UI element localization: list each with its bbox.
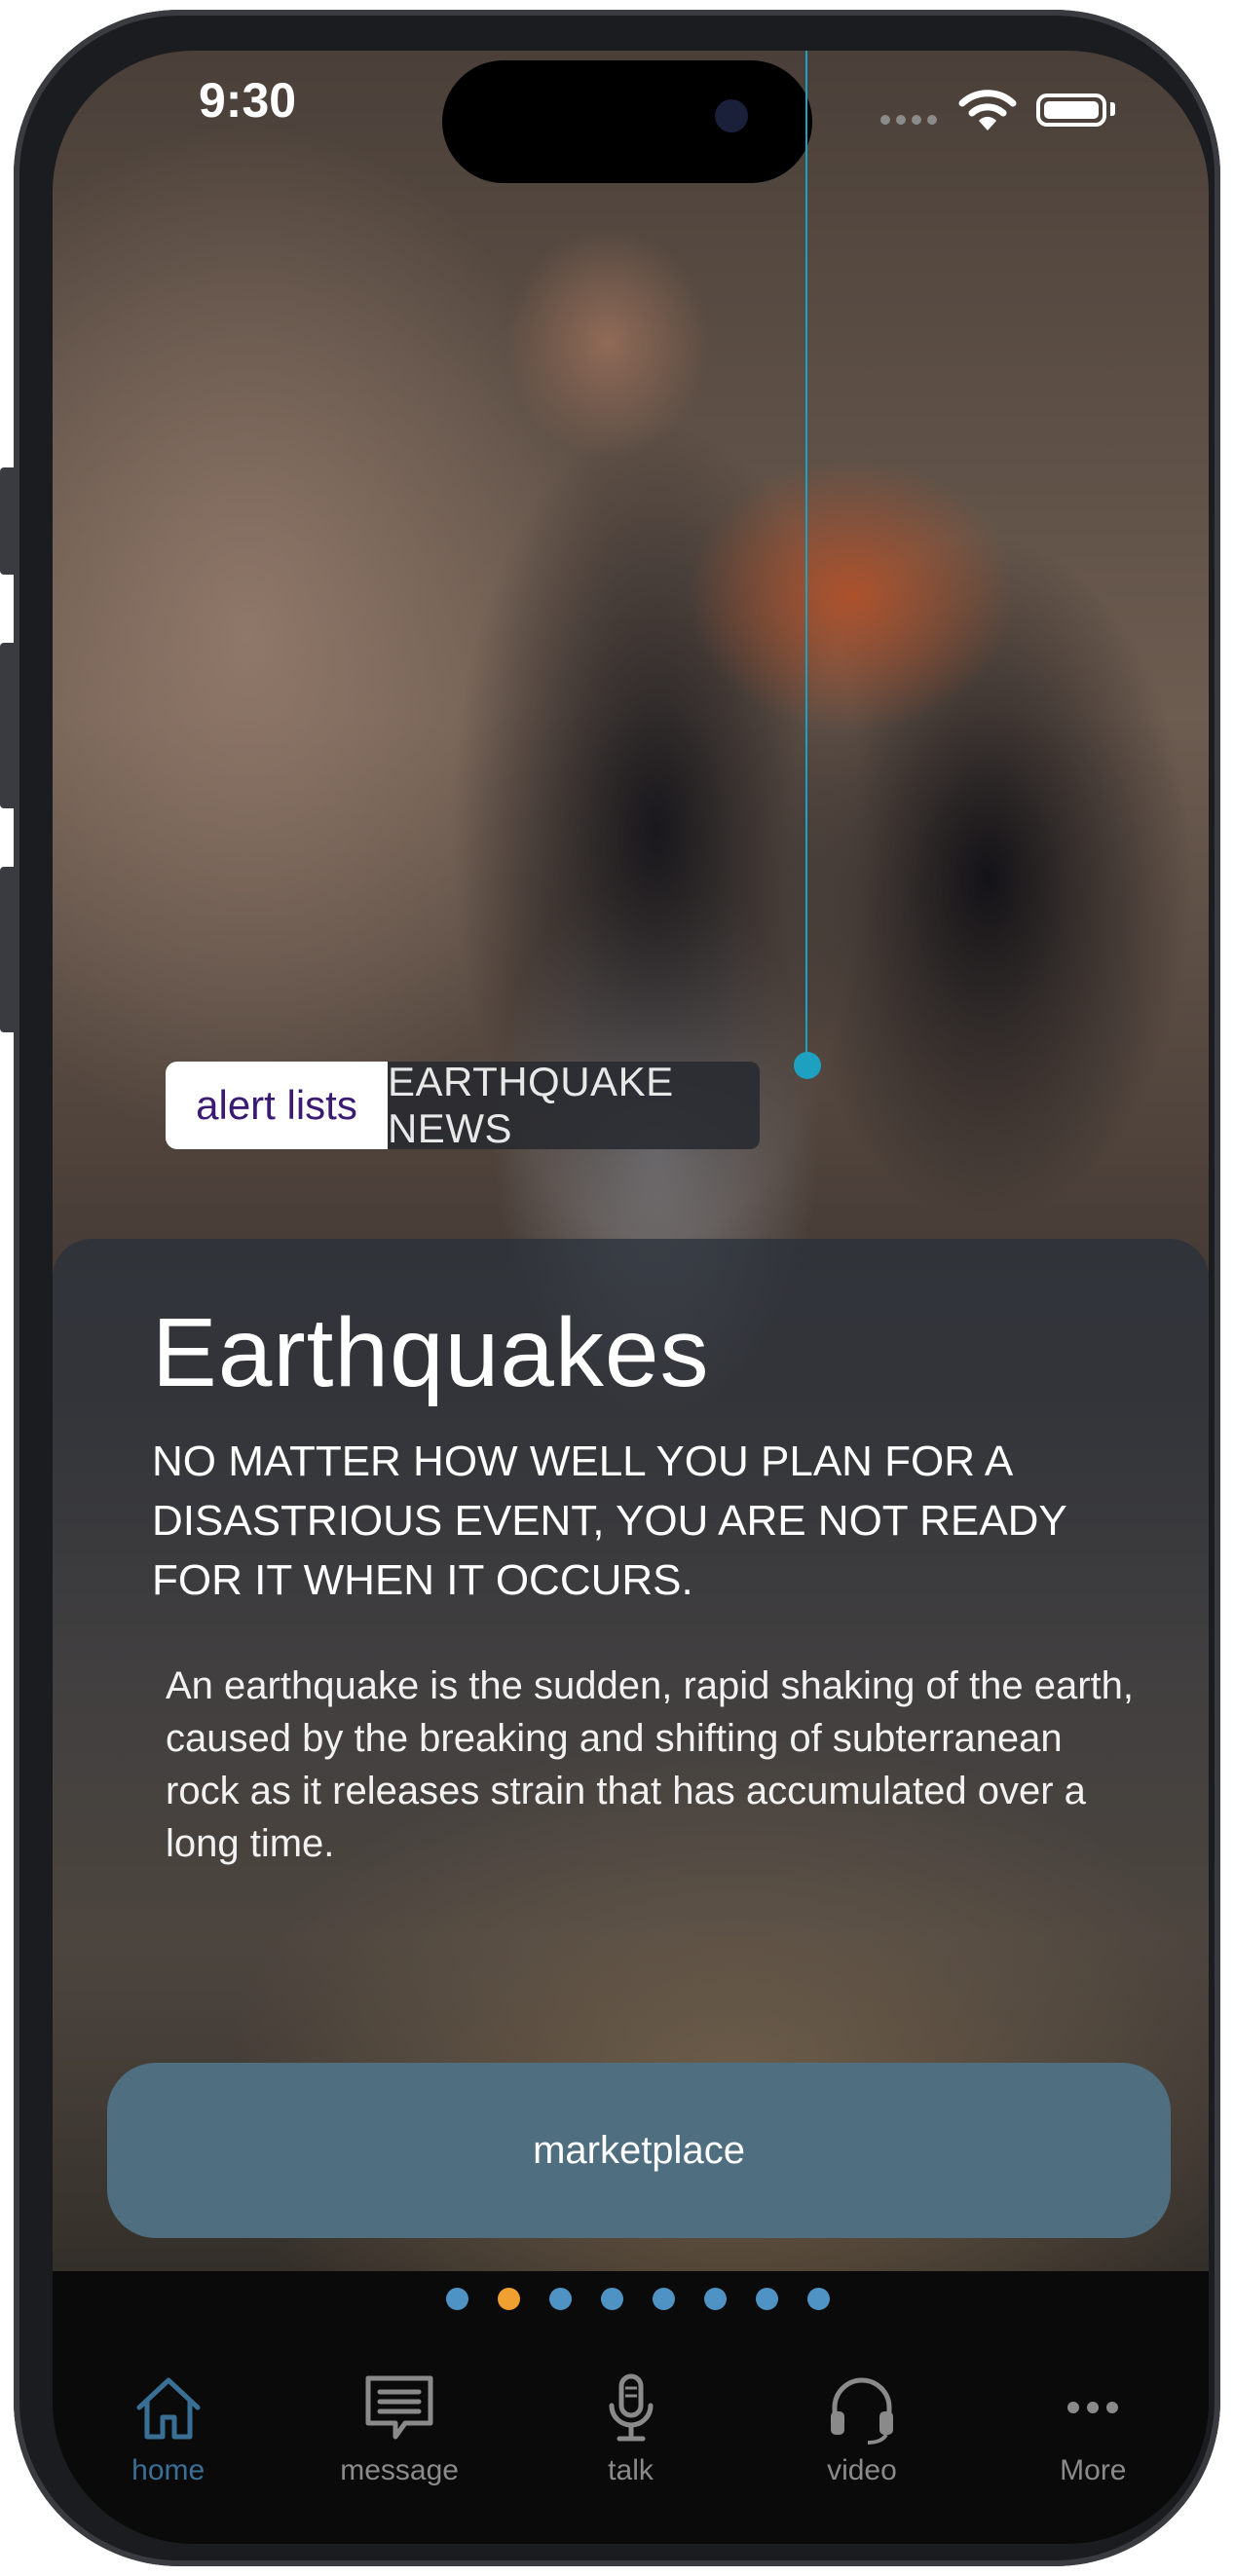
bottom-tab-bar: home message talk video More	[53, 2349, 1209, 2544]
tab-message[interactable]: message	[283, 2349, 514, 2544]
tab-more-label: More	[1060, 2454, 1127, 2486]
annotation-line	[805, 51, 807, 1062]
page-dot[interactable]	[446, 2288, 468, 2310]
page-dot[interactable]	[601, 2288, 623, 2310]
phone-frame: 9:30 alert lists EARTHQUAKE NEWS Earthqu…	[0, 10, 1220, 2566]
battery-nub	[1110, 102, 1115, 116]
page-dot[interactable]	[807, 2288, 830, 2310]
wifi-icon	[958, 90, 1017, 131]
tab-earthquake-news[interactable]: EARTHQUAKE NEWS	[387, 1059, 760, 1151]
description-text: An earthquake is the sudden, rapid shaki…	[166, 1664, 1135, 1865]
more-icon	[1067, 2402, 1119, 2413]
page-dot[interactable]	[756, 2288, 778, 2310]
headphones-icon	[830, 2377, 893, 2445]
dynamic-island	[442, 60, 812, 183]
tab-talk[interactable]: talk	[515, 2349, 746, 2544]
tab-alert-lists[interactable]: alert lists	[166, 1062, 388, 1149]
page-dot[interactable]	[498, 2288, 520, 2310]
page-subtitle: NO MATTER HOW WELL YOU PLAN FOR A DISAST…	[152, 1437, 1066, 1604]
page-dot[interactable]	[653, 2288, 675, 2310]
camera-icon	[715, 99, 748, 132]
tab-video[interactable]: video	[746, 2349, 977, 2544]
volume-down-button	[0, 867, 14, 1032]
tab-home[interactable]: home	[53, 2349, 283, 2544]
tab-video-label: video	[827, 2454, 897, 2486]
annotation-dot	[794, 1052, 821, 1079]
tab-more[interactable]: More	[978, 2349, 1209, 2544]
screen: 9:30 alert lists EARTHQUAKE NEWS Earthqu…	[53, 51, 1209, 2544]
tab-home-label: home	[131, 2454, 206, 2486]
marketplace-button[interactable]: marketplace	[107, 2063, 1171, 2238]
battery-icon	[1036, 93, 1106, 127]
volume-up-button	[0, 643, 14, 808]
message-icon	[365, 2375, 433, 2440]
page-dot[interactable]	[549, 2288, 572, 2310]
home-icon	[136, 2377, 201, 2440]
action-button	[0, 467, 14, 575]
cellular-signal-icon	[880, 115, 937, 125]
microphone-icon	[609, 2373, 654, 2442]
tab-message-label: message	[340, 2454, 459, 2486]
segment-tabs: alert lists EARTHQUAKE NEWS	[166, 1059, 760, 1151]
page-indicator[interactable]	[446, 2288, 830, 2310]
page-title: Earthquakes	[152, 1298, 710, 1407]
status-time: 9:30	[199, 73, 297, 128]
page-dot[interactable]	[704, 2288, 727, 2310]
tab-talk-label: talk	[608, 2454, 654, 2486]
